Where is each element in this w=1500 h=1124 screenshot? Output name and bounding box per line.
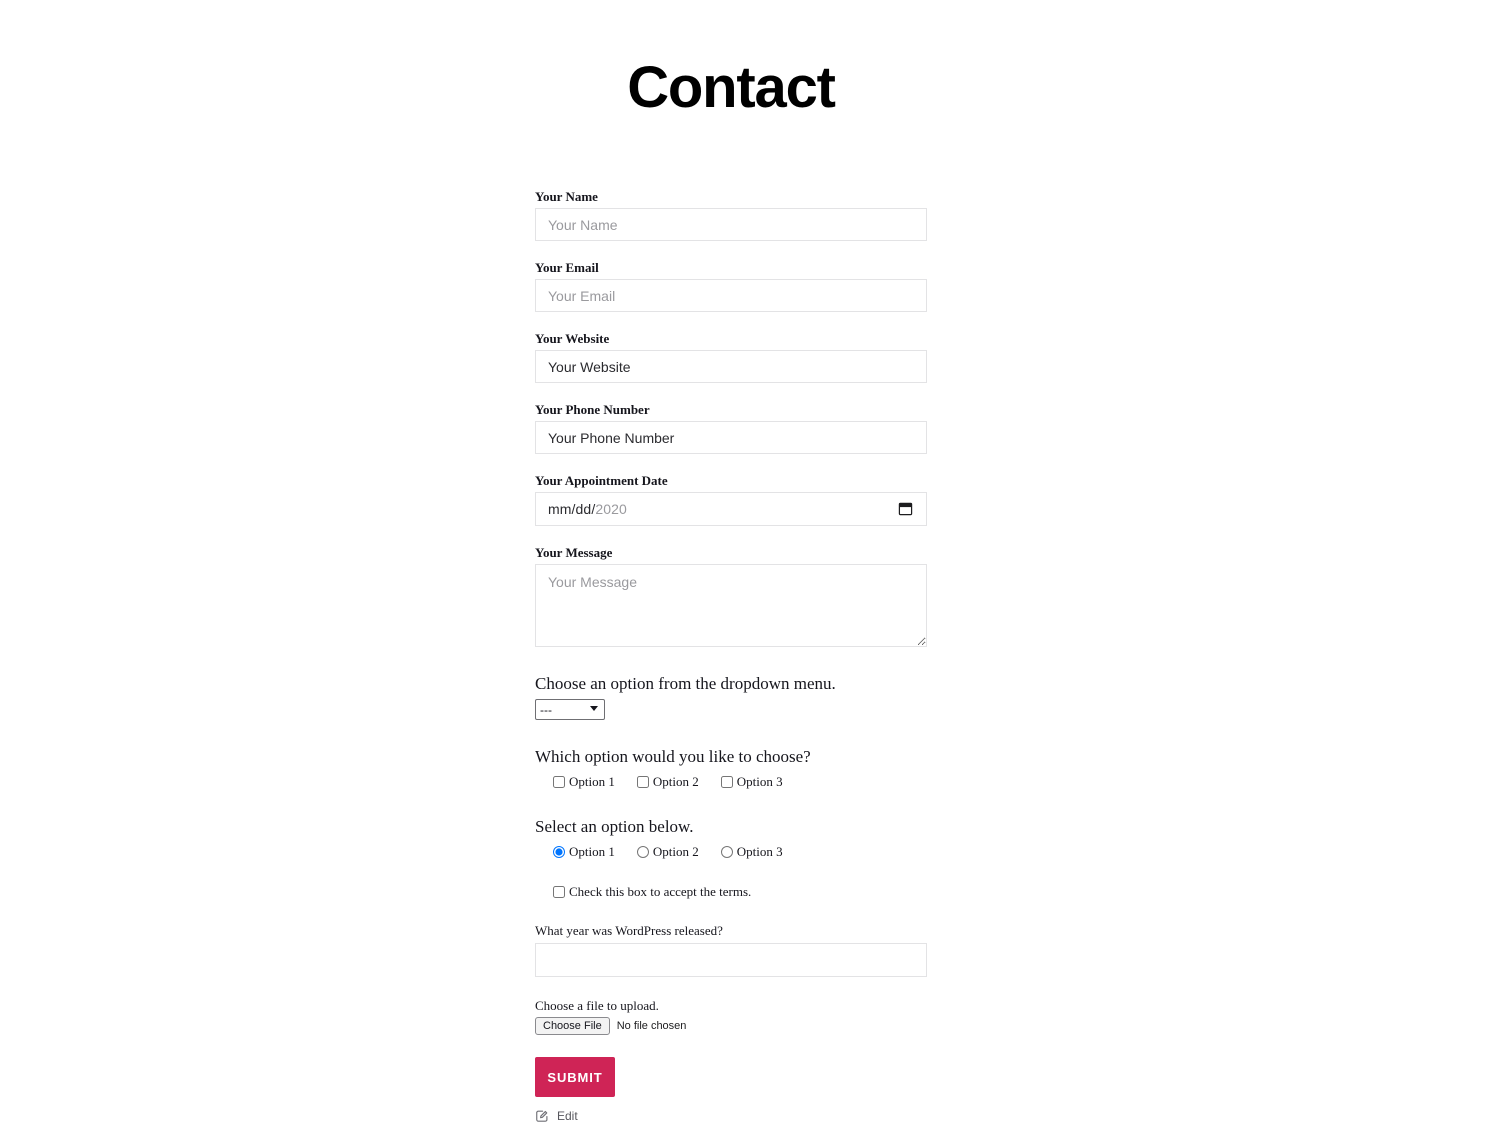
field-your-website: Your Website [535,330,927,383]
label-wordpress-year: What year was WordPress released? [535,923,723,938]
input-your-name[interactable] [535,208,927,241]
label-your-name: Your Name [535,189,598,204]
input-your-website[interactable] [535,350,927,383]
label-your-email: Your Email [535,260,599,275]
checkbox-group: Option 1 Option 2 Option 3 [535,773,927,790]
checkbox-item-option-1[interactable]: Option 1 [553,773,615,790]
edit-link-label: Edit [557,1109,578,1123]
checkbox-item-option-2[interactable]: Option 2 [636,773,699,790]
label-your-phone-number: Your Phone Number [535,402,650,417]
field-your-name: Your Name [535,188,927,241]
choose-file-button[interactable]: Choose File [535,1017,610,1035]
file-status-text: No file chosen [616,1020,687,1032]
radio-label-option-1: Option 1 [569,844,615,859]
contact-page: Contact Your Name Your Email Your Websit… [0,0,1500,1124]
field-wordpress-year: What year was WordPress released? [535,922,927,977]
question-radios-title: Select an option below. [535,817,694,836]
radio-item-option-3[interactable]: Option 3 [720,843,783,860]
field-file-upload: Choose a file to upload. Choose File No … [535,997,927,1035]
checkbox-item-option-3[interactable]: Option 3 [720,773,783,790]
terms-checkbox-row[interactable]: Check this box to accept the terms. [535,883,927,900]
checkbox-label-option-3: Option 3 [736,774,783,789]
calendar-icon[interactable] [898,501,913,516]
input-your-email[interactable] [535,279,927,312]
page-title: Contact [627,54,836,120]
question-checkboxes: Which option would you like to choose? O… [535,746,927,790]
radio-item-option-2[interactable]: Option 2 [636,843,699,860]
radio-label-option-3: Option 3 [736,844,783,859]
label-appointment-date: Your Appointment Date [535,473,668,488]
edit-link-wrap: Edit [535,1082,927,1123]
field-appointment-date: Your Appointment Date mm/dd/2020 [535,472,927,526]
terms-checkbox[interactable] [553,885,565,898]
input-wordpress-year[interactable] [535,943,927,977]
radio-option-1[interactable] [553,845,565,858]
file-input-row: Choose File No file chosen [535,1017,927,1035]
checkbox-label-option-2: Option 2 [652,774,699,789]
dropdown-shell: --- [535,699,605,720]
question-checkboxes-title: Which option would you like to choose? [535,747,811,766]
radio-option-2[interactable] [636,845,649,858]
terms-label: Check this box to accept the terms. [569,884,752,899]
question-dropdown-title: Choose an option from the dropdown menu. [535,674,836,693]
checkbox-label-option-1: Option 1 [569,774,615,789]
edit-link[interactable]: Edit [535,1108,927,1124]
select-option-dropdown[interactable]: --- [535,699,605,720]
radio-group: Option 1 Option 2 Option 3 [535,843,927,860]
label-your-website: Your Website [535,331,610,346]
input-your-message[interactable] [535,564,927,647]
radio-label-option-2: Option 2 [652,844,699,859]
input-your-phone-number[interactable] [535,421,927,454]
date-input-row: mm/dd/2020 [535,492,927,526]
checkbox-option-1[interactable] [553,775,565,788]
question-radios: Select an option below. Option 1 Option … [535,816,927,860]
edit-pencil-icon [536,1110,548,1122]
question-dropdown: Choose an option from the dropdown menu.… [535,673,927,720]
checkbox-option-3[interactable] [720,775,733,788]
contact-form: Your Name Your Email Your Website Your P… [535,188,927,1097]
input-appointment-date[interactable] [535,492,927,526]
field-your-message: Your Message [535,544,927,647]
label-your-message: Your Message [535,545,613,560]
field-your-email: Your Email [535,259,927,312]
label-file-upload: Choose a file to upload. [535,998,659,1013]
radio-item-option-1[interactable]: Option 1 [553,843,615,860]
field-your-phone-number: Your Phone Number [535,401,927,454]
radio-option-3[interactable] [720,845,733,858]
checkbox-option-2[interactable] [636,775,649,788]
